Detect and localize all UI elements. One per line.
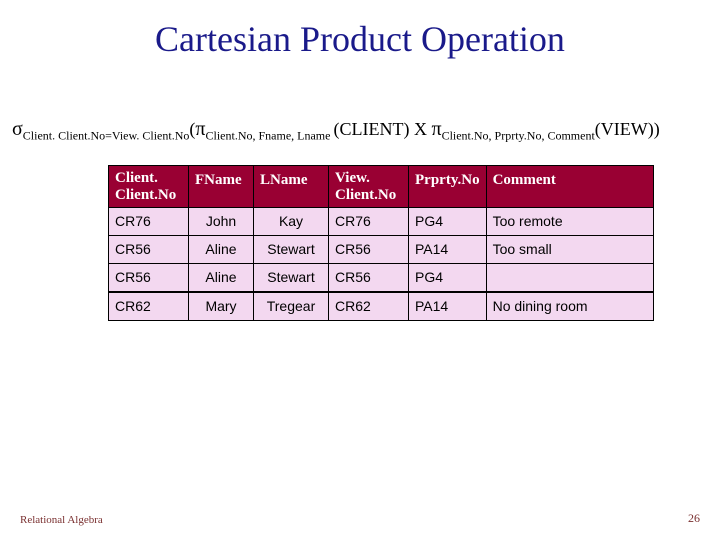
th-client-b: Client.No	[115, 187, 176, 203]
pi-symbol-1: π	[195, 118, 205, 140]
th-view-b: Client.No	[335, 187, 396, 203]
cell-comment: No dining room	[486, 292, 653, 320]
cell-comment: Too remote	[486, 208, 653, 236]
result-table: Client. Client.No FName LName View. Clie…	[108, 165, 654, 321]
cell-lname: Stewart	[254, 235, 329, 263]
cell-comment: Too small	[486, 235, 653, 263]
cell-view: CR56	[329, 263, 409, 291]
table-body: CR76 John Kay CR76 PG4 Too remote CR56 A…	[109, 208, 654, 321]
cell-client: CR62	[109, 292, 189, 320]
th-client-a: Client.	[115, 170, 158, 186]
cell-view: CR62	[329, 292, 409, 320]
cell-prprty: PG4	[409, 263, 487, 291]
cell-lname: Kay	[254, 208, 329, 236]
cell-fname: Aline	[189, 235, 254, 263]
th-comment: Comment	[486, 166, 653, 208]
cell-view: CR56	[329, 235, 409, 263]
table-row: CR56 Aline Stewart CR56 PG4	[109, 263, 654, 291]
th-prprty: Prprty.No	[409, 166, 487, 208]
sigma-subscript: Client. Client.No=View. Client.No	[23, 129, 190, 143]
cell-comment	[486, 263, 653, 291]
table-header-row: Client. Client.No FName LName View. Clie…	[109, 166, 654, 208]
pi-symbol-2: π	[431, 118, 441, 140]
page-title: Cartesian Product Operation	[0, 0, 720, 60]
cell-client: CR56	[109, 263, 189, 291]
slide: Cartesian Product Operation σClient. Cli…	[0, 0, 720, 540]
cell-prprty: PG4	[409, 208, 487, 236]
table-row: CR76 John Kay CR76 PG4 Too remote	[109, 208, 654, 236]
sigma-symbol: σ	[12, 118, 23, 140]
slide-number: 26	[688, 511, 700, 526]
relation-2: (VIEW))	[595, 119, 660, 139]
cell-prprty: PA14	[409, 235, 487, 263]
relational-algebra-expression: σClient. Client.No=View. Client.No(πClie…	[12, 118, 708, 144]
th-lname: LName	[254, 166, 329, 208]
pi2-subscript: Client.No, Prprty.No, Comment	[442, 129, 595, 143]
cell-fname: Aline	[189, 263, 254, 291]
th-client-no: Client. Client.No	[109, 166, 189, 208]
cell-view: CR76	[329, 208, 409, 236]
pi1-subscript: Client.No, Fname, Lname	[205, 129, 333, 143]
table-row: CR56 Aline Stewart CR56 PA14 Too small	[109, 235, 654, 263]
th-view-no: View. Client.No	[329, 166, 409, 208]
cell-prprty: PA14	[409, 292, 487, 320]
result-table-container: Client. Client.No FName LName View. Clie…	[108, 165, 654, 321]
relation-1: (CLIENT) X	[333, 119, 431, 139]
cell-fname: Mary	[189, 292, 254, 320]
footer-left: Relational Algebra	[20, 514, 103, 526]
th-fname: FName	[189, 166, 254, 208]
th-view-a: View.	[335, 170, 370, 186]
table-row: CR62 Mary Tregear CR62 PA14 No dining ro…	[109, 292, 654, 320]
cell-lname: Stewart	[254, 263, 329, 291]
cell-fname: John	[189, 208, 254, 236]
cell-client: CR76	[109, 208, 189, 236]
cell-client: CR56	[109, 235, 189, 263]
cell-lname: Tregear	[254, 292, 329, 320]
